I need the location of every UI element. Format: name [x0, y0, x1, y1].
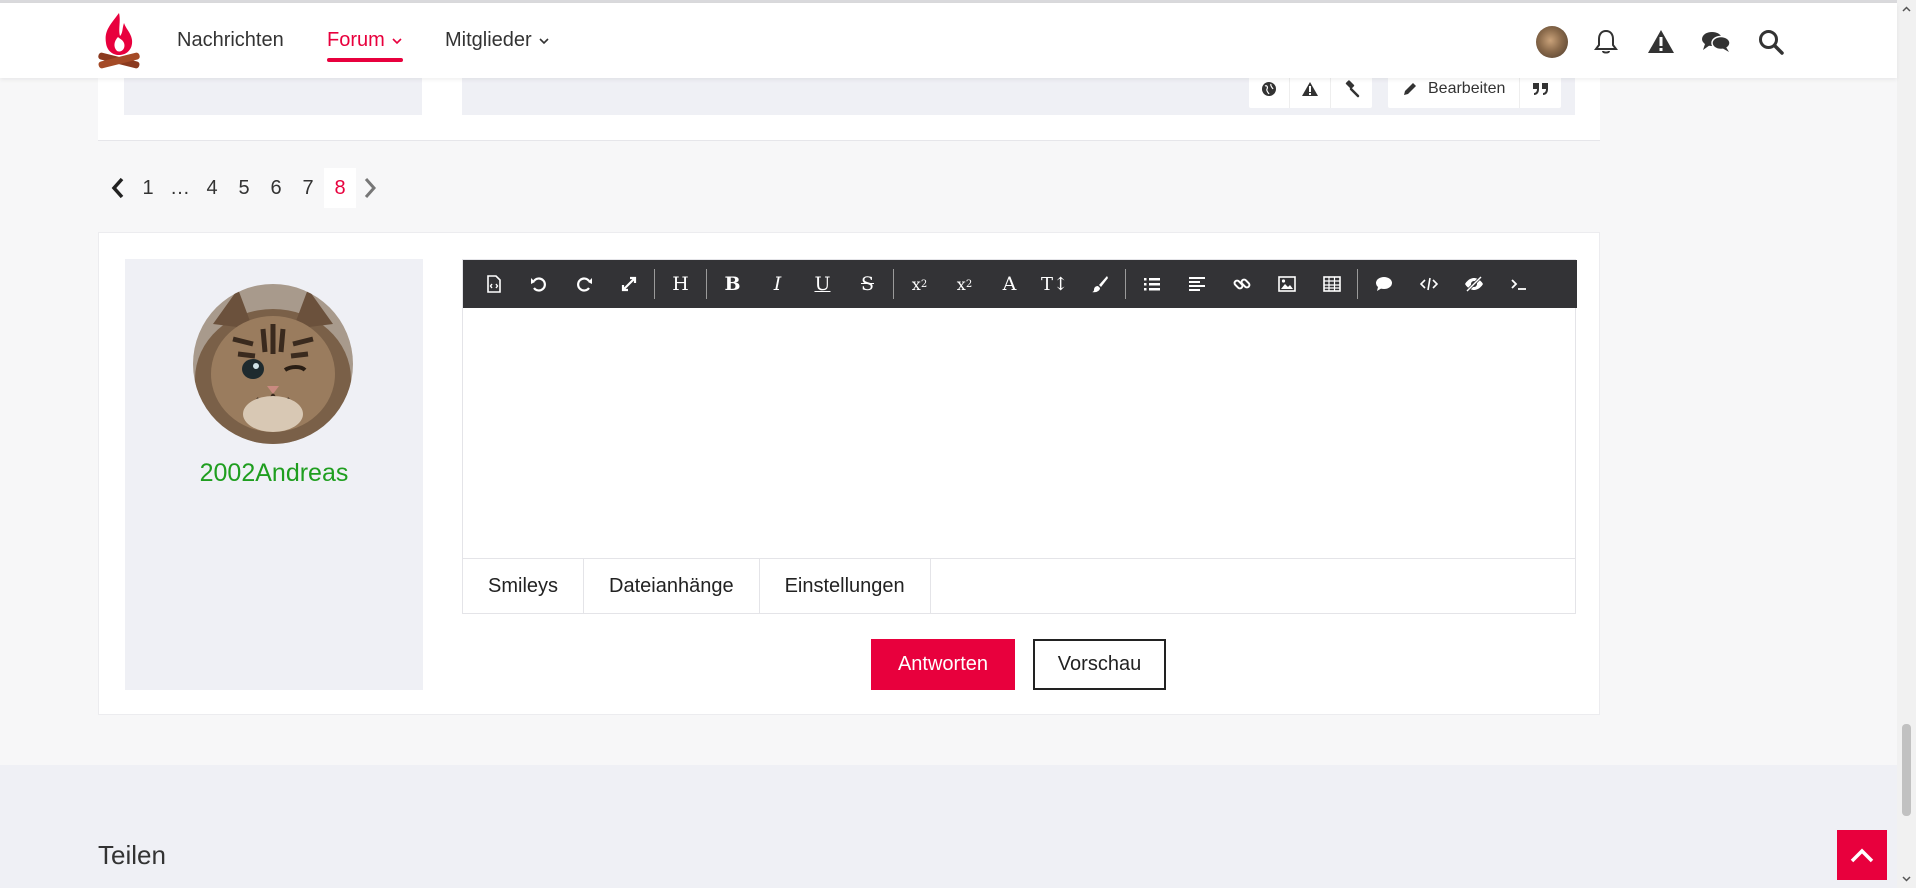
paint-icon[interactable] [1077, 260, 1122, 308]
page-next-button[interactable] [356, 168, 384, 208]
nav-nachrichten[interactable]: Nachrichten [177, 29, 284, 52]
site-header: Nachrichten Forum Mitglieder [0, 3, 1897, 78]
strikethrough-icon[interactable]: S [845, 260, 890, 308]
list-icon[interactable] [1129, 260, 1174, 308]
user-avatar-menu[interactable] [1536, 26, 1568, 58]
nav-active-underline [327, 58, 403, 62]
source-icon[interactable] [471, 260, 516, 308]
tab-einstellungen[interactable]: Einstellungen [760, 559, 931, 614]
share-heading: Teilen [98, 840, 166, 870]
tab-smileys[interactable]: Smileys [463, 559, 585, 614]
toolbar-divider [654, 269, 655, 299]
toolbar-divider [1125, 269, 1126, 299]
page-scrollbar[interactable] [1897, 0, 1916, 888]
toolbar-divider [893, 269, 894, 299]
inline-code-icon[interactable] [1496, 260, 1541, 308]
pencil-icon [1404, 83, 1416, 95]
nav-mitglieder[interactable]: Mitglieder [445, 29, 550, 52]
nav-mitglieder-label: Mitglieder [445, 29, 532, 51]
font-icon[interactable]: A [987, 260, 1032, 308]
spoiler-icon[interactable] [1451, 260, 1496, 308]
table-icon[interactable] [1309, 260, 1354, 308]
editor-tabs: Smileys Dateianhänge Einstellungen [463, 558, 1575, 614]
image-icon[interactable] [1264, 260, 1309, 308]
link-icon[interactable] [1219, 260, 1264, 308]
rich-text-editor: H B I U S x2 x2 A T↕ Smileys Dateianhäng… [462, 259, 1577, 614]
quick-reply: 2002Andreas H B I U S x2 x2 A T↕ Smileys… [98, 232, 1600, 715]
page-link-7[interactable]: 7 [292, 168, 324, 208]
page-current-8: 8 [324, 168, 356, 208]
page-link-5[interactable]: 5 [228, 168, 260, 208]
tab-dateianhaenge[interactable]: Dateianhänge [584, 559, 760, 614]
chevron-right-icon [364, 178, 377, 198]
code-icon[interactable] [1406, 260, 1451, 308]
chat-icon[interactable] [1701, 27, 1731, 57]
chevron-left-icon [111, 177, 124, 199]
nav-nachrichten-label: Nachrichten [177, 29, 284, 51]
page-link-4[interactable]: 4 [196, 168, 228, 208]
submit-reply-button[interactable]: Antworten [871, 639, 1015, 690]
nav-forum-label: Forum [327, 29, 385, 51]
editor-text-area[interactable] [463, 308, 1575, 558]
subscript-icon[interactable]: x2 [897, 260, 942, 308]
undo-icon[interactable] [516, 260, 561, 308]
username-link[interactable]: 2002Andreas [125, 459, 423, 488]
scroll-up-icon[interactable] [1901, 4, 1912, 15]
nav-forum[interactable]: Forum [327, 29, 403, 62]
fullscreen-icon[interactable] [606, 260, 651, 308]
underline-icon[interactable]: U [800, 260, 845, 308]
superscript-icon[interactable]: x2 [942, 260, 987, 308]
preview-button[interactable]: Vorschau [1033, 639, 1166, 690]
scroll-to-top-button[interactable] [1837, 830, 1887, 880]
editor-toolbar: H B I U S x2 x2 A T↕ [463, 260, 1577, 308]
align-icon[interactable] [1174, 260, 1219, 308]
warning-icon[interactable] [1646, 27, 1676, 57]
scroll-down-icon[interactable] [1901, 873, 1912, 884]
logo-icon[interactable] [96, 11, 142, 73]
search-icon[interactable] [1756, 27, 1786, 57]
italic-icon[interactable]: I [755, 260, 800, 308]
bold-icon[interactable]: B [710, 260, 755, 308]
toolbar-divider [706, 269, 707, 299]
pagination: 1 … 4 5 6 7 8 [104, 168, 384, 208]
avatar[interactable] [193, 284, 353, 444]
page-prev-button[interactable] [104, 168, 132, 208]
redo-icon[interactable] [561, 260, 606, 308]
page-ellipsis: … [170, 176, 190, 199]
chevron-down-icon [539, 37, 549, 44]
bell-icon[interactable] [1591, 27, 1621, 57]
footer: Teilen [0, 765, 1897, 888]
chevron-down-icon [392, 37, 402, 44]
heading-icon[interactable]: H [658, 260, 703, 308]
comment-icon[interactable] [1361, 260, 1406, 308]
edit-label: Bearbeiten [1428, 80, 1506, 97]
reply-user-panel: 2002Andreas [125, 259, 423, 690]
page-link-1[interactable]: 1 [132, 168, 164, 208]
page-link-6[interactable]: 6 [260, 168, 292, 208]
font-size-icon[interactable]: T↕ [1032, 260, 1077, 308]
chevron-up-icon [1850, 848, 1874, 863]
scrollbar-thumb[interactable] [1902, 724, 1911, 816]
toolbar-divider [1357, 269, 1358, 299]
